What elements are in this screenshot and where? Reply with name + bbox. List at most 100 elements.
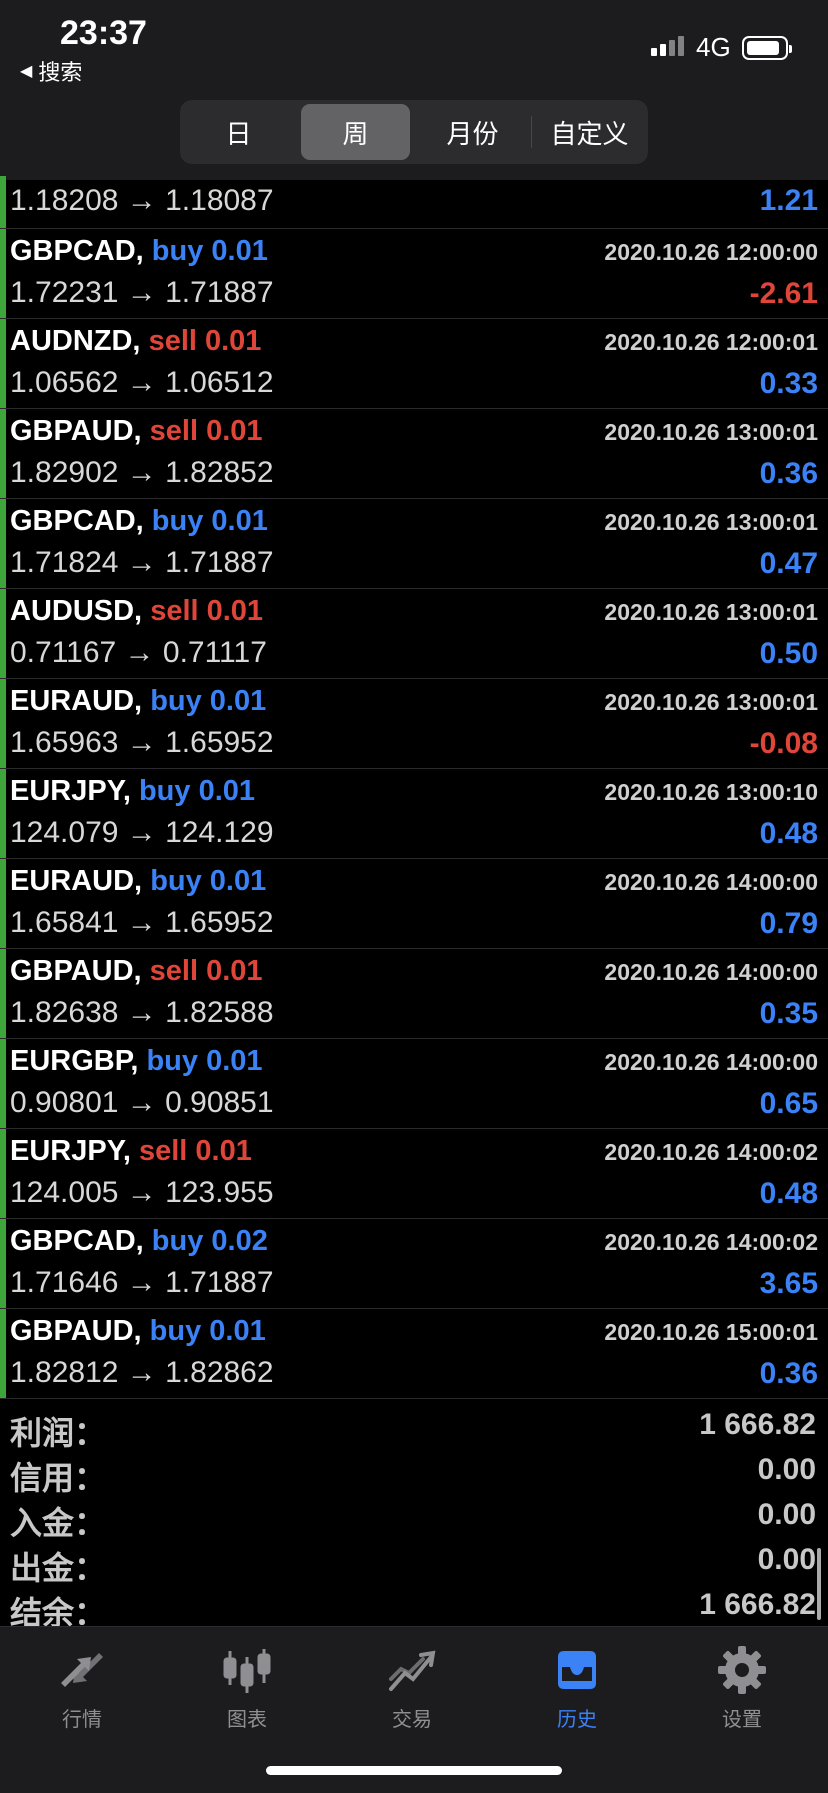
back-arrow-icon: ◀	[20, 63, 33, 80]
trade-side: buy 0.02	[151, 1225, 268, 1257]
trade-row[interactable]: EURJPY, sell 0.01 2020.10.26 14:00:02 124.…	[0, 1129, 828, 1219]
status-time: 23:37	[60, 14, 147, 52]
trade-prices: 1.18208 → 1.18087	[10, 184, 274, 217]
tab-settings[interactable]: 设置	[687, 1643, 797, 1732]
trade-profit: -0.08	[749, 727, 818, 760]
trade-profit: 0.48	[759, 817, 818, 850]
trade-symbol: GBPCAD,	[10, 505, 144, 537]
trade-title: EURJPY, sell 0.01	[10, 1135, 252, 1168]
trade-profit: 0.33	[759, 367, 818, 400]
trade-row[interactable]: GBPAUD, sell 0.01 2020.10.26 14:00:00 1.82…	[0, 949, 828, 1039]
trade-title: GBPAUD, buy 0.01	[10, 1315, 266, 1348]
trade-prices: 1.06562 → 1.06512	[10, 366, 274, 399]
trade-symbol: GBPAUD,	[10, 955, 142, 987]
trade-profit: 3.65	[759, 1267, 818, 1300]
trade-prices: 1.65841 → 1.65952	[10, 906, 274, 939]
trade-time: 2020.10.26 13:00:10	[604, 779, 818, 805]
scrollbar[interactable]	[817, 1548, 821, 1620]
tab-trade[interactable]: 交易	[357, 1643, 467, 1732]
network-type: 4G	[696, 32, 731, 62]
trade-row[interactable]: EURJPY, buy 0.01 2020.10.26 13:00:10 124.0…	[0, 769, 828, 859]
trade-side: sell 0.01	[138, 1135, 252, 1167]
trade-title: GBPAUD, sell 0.01	[10, 955, 263, 988]
trade-symbol: AUDUSD,	[10, 595, 143, 627]
trade-symbol: GBPAUD,	[10, 1315, 142, 1347]
trade-symbol: EURGBP,	[10, 1045, 139, 1077]
tab-quotes[interactable]: 行情	[27, 1643, 137, 1732]
trade-time: 2020.10.26 15:00:01	[604, 1319, 818, 1345]
settings-icon	[718, 1646, 766, 1694]
trade-side: buy 0.01	[151, 235, 268, 267]
trade-time: 2020.10.26 13:00:01	[604, 419, 818, 445]
trade-prices: 1.82638 → 1.82588	[10, 996, 274, 1029]
segment-week[interactable]: 周	[301, 104, 410, 160]
trade-title: EURAUD, buy 0.01	[10, 865, 266, 898]
tab-label: 图表	[227, 1709, 267, 1731]
summary-label: 出金：	[10, 1550, 107, 1586]
trade-time: 2020.10.26 14:00:00	[604, 959, 818, 985]
trade-profit: 0.36	[759, 457, 818, 490]
trade-row[interactable]: AUDNZD, sell 0.01 2020.10.26 12:00:01 1.06…	[0, 319, 828, 409]
trade-profit: 0.79	[759, 907, 818, 940]
tab-label: 设置	[722, 1709, 762, 1731]
back-to-search[interactable]: ◀ 搜索	[20, 55, 82, 87]
history-icon	[558, 1651, 596, 1689]
trade-row[interactable]: EURGBP, buy 0.01 2020.10.26 14:00:00 0.908…	[0, 1039, 828, 1129]
trade-row[interactable]: GBPAUD, buy 0.01 2020.10.26 15:00:01 1.828…	[0, 1309, 828, 1399]
trade-side: sell 0.01	[150, 595, 264, 627]
segment-custom[interactable]: 自定义	[531, 104, 644, 160]
trade-time: 2020.10.26 14:00:00	[604, 1049, 818, 1075]
trade-row-partial[interactable]: 1.18208 → 1.18087 1.21	[0, 176, 828, 229]
tab-label: 历史	[557, 1709, 597, 1731]
battery-icon	[742, 36, 792, 60]
home-indicator	[266, 1766, 562, 1775]
tab-label: 行情	[62, 1709, 102, 1731]
trade-time: 2020.10.26 12:00:01	[604, 329, 818, 355]
trade-symbol: EURJPY,	[10, 775, 131, 807]
trade-title: GBPCAD, buy 0.02	[10, 1225, 268, 1258]
trade-side: buy 0.01	[150, 685, 267, 717]
summary-row: 结余： 1 666.82	[0, 1584, 828, 1631]
trade-profit: 0.36	[759, 1357, 818, 1390]
trade-time: 2020.10.26 13:00:01	[604, 689, 818, 715]
summary-row: 出金： 0.00	[0, 1539, 828, 1586]
trade-prices: 1.65963 → 1.65952	[10, 726, 274, 759]
trade-prices: 1.72231 → 1.71887	[10, 276, 274, 309]
trade-symbol: GBPCAD,	[10, 1225, 144, 1257]
trade-time: 2020.10.26 14:00:00	[604, 869, 818, 895]
trade-side: buy 0.01	[138, 775, 256, 807]
summary-label: 利润：	[10, 1415, 107, 1451]
trade-time: 2020.10.26 13:00:01	[604, 509, 818, 535]
trade-symbol: EURJPY,	[10, 1135, 131, 1167]
tab-history[interactable]: 历史	[522, 1643, 632, 1732]
trade-row[interactable]: EURAUD, buy 0.01 2020.10.26 14:00:00 1.658…	[0, 859, 828, 949]
segment-day[interactable]: 日	[184, 104, 293, 160]
trade-title: EURJPY, buy 0.01	[10, 775, 255, 808]
summary-row: 信用： 0.00	[0, 1449, 828, 1496]
trade-row[interactable]: GBPCAD, buy 0.01 2020.10.26 12:00:00 1.722…	[0, 229, 828, 319]
trade-symbol: EURAUD,	[10, 865, 143, 897]
trade-prices: 1.82902 → 1.82852	[10, 456, 274, 489]
trade-time: 2020.10.26 13:00:01	[604, 599, 818, 625]
trade-row[interactable]: GBPCAD, buy 0.02 2020.10.26 14:00:02 1.716…	[0, 1219, 828, 1309]
trade-row[interactable]: GBPCAD, buy 0.01 2020.10.26 13:00:01 1.718…	[0, 499, 828, 589]
trade-profit: -2.61	[749, 277, 818, 310]
quotes-icon	[61, 1653, 103, 1687]
segment-month[interactable]: 月份	[418, 104, 527, 160]
period-segmented-control: 日 周 月份 自定义	[180, 100, 648, 164]
trade-row[interactable]: EURAUD, buy 0.01 2020.10.26 13:00:01 1.659…	[0, 679, 828, 769]
trade-side: sell 0.01	[149, 415, 263, 447]
trade-prices: 1.82812 → 1.82862	[10, 1356, 274, 1389]
summary-label: 信用：	[10, 1460, 107, 1496]
trade-profit: 0.65	[759, 1087, 818, 1120]
trade-row[interactable]: AUDUSD, sell 0.01 2020.10.26 13:00:01 0.71…	[0, 589, 828, 679]
trade-row[interactable]: GBPAUD, sell 0.01 2020.10.26 13:00:01 1.82…	[0, 409, 828, 499]
tab-charts[interactable]: 图表	[192, 1643, 302, 1732]
summary-value: 0.00	[757, 1453, 816, 1486]
trade-title: GBPCAD, buy 0.01	[10, 505, 268, 538]
trade-side: buy 0.01	[149, 1315, 266, 1347]
account-summary: 利润： 1 666.82 信用： 0.00 入金： 0.00 出金： 0.00 结余： 1 666…	[0, 1404, 828, 1631]
chart-icon	[223, 1649, 271, 1693]
trade-title: GBPCAD, buy 0.01	[10, 235, 268, 268]
trade-title: AUDNZD, sell 0.01	[10, 325, 261, 358]
